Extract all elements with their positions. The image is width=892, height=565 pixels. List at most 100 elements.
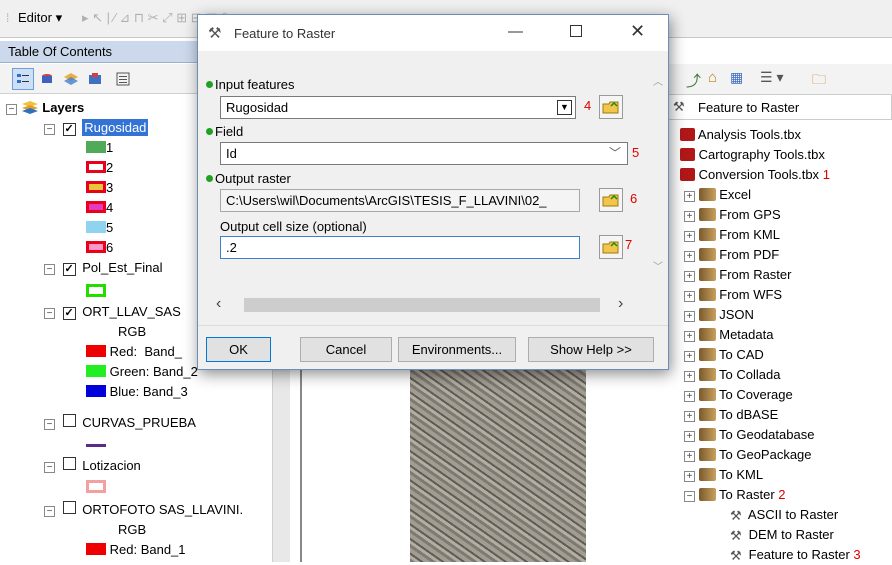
toolset-item[interactable]: + To CAD <box>684 345 764 365</box>
collapse-icon[interactable]: − <box>6 104 17 115</box>
toolset-item[interactable]: + To Geodatabase <box>684 425 814 445</box>
expand-icon[interactable]: + <box>684 331 695 342</box>
browse-folder-icon[interactable] <box>599 188 623 212</box>
expand-icon[interactable]: + <box>684 231 695 242</box>
toolbox-item[interactable]: Cartography Tools.tbx <box>680 145 825 165</box>
layer-visibility-checkbox[interactable]: ✓ <box>62 307 76 320</box>
options-icon[interactable] <box>112 68 134 90</box>
toolset-item[interactable]: + From GPS <box>684 205 781 225</box>
show-help-button[interactable]: Show Help >> <box>528 337 654 362</box>
tool-item[interactable]: ⚒ ASCII to Raster <box>730 505 838 525</box>
toolset-item[interactable]: + To GeoPackage <box>684 445 812 465</box>
toolbox-item[interactable]: Analysis Tools.tbx <box>680 125 801 145</box>
list-by-source-icon[interactable] <box>36 68 58 90</box>
annotation-number: 3 <box>853 547 861 562</box>
expand-icon[interactable]: + <box>684 431 695 442</box>
scroll-left-icon[interactable]: ‹ <box>216 295 221 313</box>
toolset-item-to-raster[interactable]: − To Raster 2 <box>684 485 786 505</box>
list-by-drawing-order-icon[interactable] <box>12 68 34 90</box>
toolset-item[interactable]: + To Collada <box>684 365 780 385</box>
tool-item[interactable]: ⚒ DEM to Raster <box>730 525 834 545</box>
collapse-icon[interactable]: − <box>44 419 55 430</box>
class-swatch <box>86 201 106 213</box>
expand-icon[interactable]: + <box>684 451 695 462</box>
item-label: To CAD <box>719 347 764 362</box>
new-folder-icon[interactable]: 🗀 <box>812 69 826 93</box>
list-by-visibility-icon[interactable] <box>60 68 82 90</box>
annotation-number: 2 <box>778 487 786 502</box>
catalog-location[interactable]: ⚒ Feature to Raster <box>664 94 892 120</box>
toolset-item[interactable]: + To Coverage <box>684 385 793 405</box>
expand-icon[interactable]: − <box>684 491 695 502</box>
toolset-item[interactable]: + JSON <box>684 305 754 325</box>
input-features-combobox[interactable]: Rugosidad ▼ <box>220 96 576 119</box>
layer-pol-est-final[interactable]: − ✓ Pol_Est_Final <box>44 258 162 278</box>
dialog-vscrollbar[interactable]: ︿ ﹀ <box>648 63 668 325</box>
layer-visibility-checkbox[interactable] <box>62 457 76 470</box>
layer-visibility-checkbox[interactable] <box>62 501 76 514</box>
scroll-right-icon[interactable]: › <box>618 295 623 313</box>
chevron-down-icon[interactable]: ﹀ <box>609 143 621 164</box>
browse-folder-icon[interactable] <box>599 235 623 259</box>
ok-button[interactable]: OK <box>206 337 271 362</box>
toolset-item[interactable]: + To dBASE <box>684 405 778 425</box>
tool-item[interactable]: ⚒ Feature to Raster 3 <box>730 545 861 565</box>
item-label: Metadata <box>719 327 774 342</box>
expand-icon[interactable]: + <box>684 411 695 422</box>
home-icon[interactable]: ⌂ <box>708 69 717 86</box>
toolbox-item[interactable]: Conversion Tools.tbx 1 <box>680 165 830 185</box>
cancel-button[interactable]: Cancel <box>300 337 392 362</box>
dropdown-arrow-icon[interactable]: ▼ <box>557 100 572 115</box>
expand-icon[interactable]: + <box>684 251 695 262</box>
expand-icon[interactable]: + <box>684 471 695 482</box>
layer-name-selected[interactable]: Rugosidad <box>82 119 149 136</box>
scroll-down-icon[interactable]: ﹀ <box>653 258 663 273</box>
toolset-item[interactable]: + From WFS <box>684 285 782 305</box>
expand-icon[interactable]: + <box>684 311 695 322</box>
expand-icon[interactable]: + <box>684 351 695 362</box>
environments-button[interactable]: Environments... <box>398 337 516 362</box>
collapse-icon[interactable]: − <box>44 308 55 319</box>
layer-visibility-checkbox[interactable]: ✓ <box>62 263 76 276</box>
toolset-item[interactable]: + From PDF <box>684 245 779 265</box>
expand-icon[interactable]: + <box>684 211 695 222</box>
scrollbar-thumb[interactable] <box>244 298 600 312</box>
layer-visibility-checkbox[interactable] <box>62 414 76 427</box>
layer-ortofoto[interactable]: − ORTOFOTO SAS_LLAVINI. <box>44 500 243 520</box>
layer-rugosidad[interactable]: − ✓ Rugosidad <box>44 118 149 138</box>
toolset-item[interactable]: + From Raster <box>684 265 791 285</box>
expand-icon[interactable]: + <box>684 371 695 382</box>
maximize-button[interactable] <box>570 25 582 37</box>
editor-menu-button[interactable]: Editor ▾ <box>18 10 62 26</box>
collapse-icon[interactable]: − <box>44 264 55 275</box>
browse-folder-icon[interactable] <box>599 95 623 119</box>
toolset-item[interactable]: + Excel <box>684 185 751 205</box>
view-options-icon[interactable]: ☰ ▾ <box>760 69 783 86</box>
expand-icon[interactable]: + <box>684 291 695 302</box>
expand-icon[interactable]: + <box>684 271 695 282</box>
field-combobox[interactable]: Id ﹀ <box>220 142 628 165</box>
connect-folder-icon[interactable]: ▦ <box>730 69 743 86</box>
layer-lotizacion[interactable]: − Lotizacion <box>44 456 141 476</box>
output-raster-field[interactable]: C:\Users\wil\Documents\ArcGIS\TESIS_F_LL… <box>220 189 580 212</box>
expand-icon[interactable]: + <box>684 391 695 402</box>
collapse-icon[interactable]: − <box>44 506 55 517</box>
expand-icon[interactable]: + <box>684 191 695 202</box>
dialog-titlebar[interactable]: ⚒ Feature to Raster — ✕ <box>198 15 668 51</box>
layer-ort-llav-sas[interactable]: − ✓ ORT_LLAV_SAS <box>44 302 181 322</box>
dialog-hscrollbar[interactable]: ‹ › <box>206 295 646 315</box>
scroll-up-icon[interactable]: ︿ <box>653 73 663 88</box>
list-by-selection-icon[interactable] <box>84 68 106 90</box>
layers-group[interactable]: − Layers <box>6 98 84 118</box>
collapse-icon[interactable]: − <box>44 462 55 473</box>
toolset-item[interactable]: + From KML <box>684 225 780 245</box>
layer-curvas-prueba[interactable]: − CURVAS_PRUEBA <box>44 413 196 433</box>
close-icon[interactable]: ✕ <box>630 21 645 42</box>
cell-size-input[interactable]: .2 <box>220 236 580 259</box>
layer-visibility-checkbox[interactable]: ✓ <box>62 123 76 136</box>
collapse-icon[interactable]: − <box>44 124 55 135</box>
up-folder-icon[interactable]: ⤴ <box>686 70 701 91</box>
minimize-button[interactable]: — <box>508 23 523 40</box>
toolset-item[interactable]: + Metadata <box>684 325 773 345</box>
toolset-item[interactable]: + To KML <box>684 465 763 485</box>
